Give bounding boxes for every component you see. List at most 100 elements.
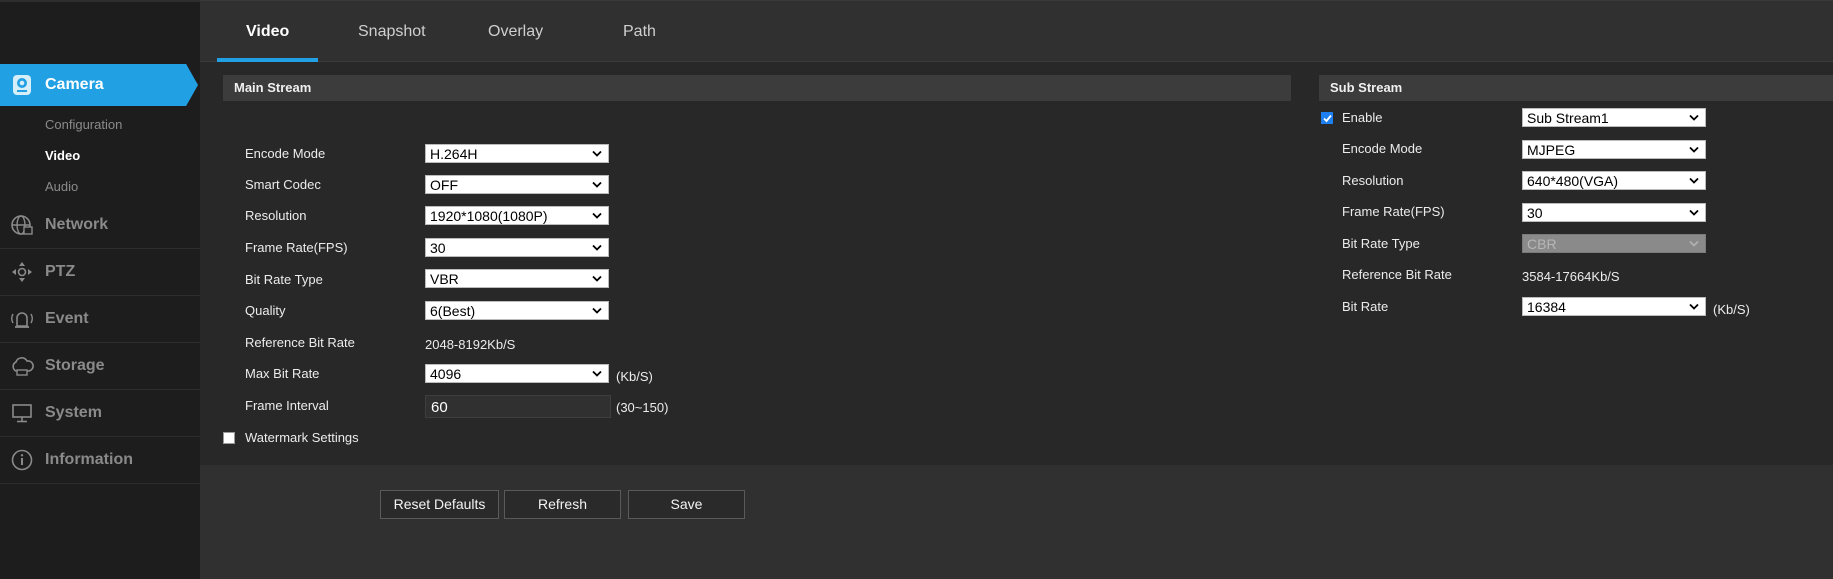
sidebar-item-camera[interactable]: Camera (0, 64, 198, 106)
sub-frame-rate-label: Frame Rate(FPS) (1342, 204, 1445, 219)
main-max-bit-rate-select[interactable]: 4096 (425, 364, 609, 383)
tab-snapshot[interactable]: Snapshot (358, 23, 426, 41)
main-max-bit-rate-label: Max Bit Rate (245, 366, 320, 381)
sub-bit-rate-type-label: Bit Rate Type (1342, 236, 1420, 251)
main-frame-rate-label: Frame Rate(FPS) (245, 240, 348, 255)
sidebar-item-label: Storage (45, 357, 105, 374)
sidebar-item-system[interactable]: System (0, 390, 200, 437)
sidebar-item-label: Event (45, 310, 89, 327)
sub-encode-mode-label: Encode Mode (1342, 141, 1423, 156)
sidebar-item-label: Camera (45, 76, 104, 93)
chevron-down-icon (1689, 303, 1699, 310)
select-value: 30 (1527, 205, 1543, 221)
subnav-video[interactable]: Video (45, 148, 80, 163)
system-icon (12, 404, 32, 423)
sub-bit-rate-unit: (Kb/S) (1713, 302, 1750, 317)
main-resolution-select[interactable]: 1920*1080(1080P) (425, 206, 609, 225)
chevron-down-icon (592, 244, 602, 251)
subnav-audio[interactable]: Audio (45, 179, 78, 194)
main-frame-interval-label: Frame Interval (245, 398, 329, 413)
main-content: Video Snapshot Overlay Path Main Stream … (200, 0, 1833, 579)
sub-resolution-label: Resolution (1342, 173, 1404, 188)
chevron-down-icon (592, 212, 602, 219)
main-reference-bit-rate-value: 2048-8192Kb/S (425, 337, 516, 352)
chevron-down-icon (592, 150, 602, 157)
action-bar (200, 465, 1833, 579)
main-stream-header: Main Stream (223, 75, 1291, 101)
sidebar-item-ptz[interactable]: PTZ (0, 249, 200, 296)
chevron-down-icon (1689, 240, 1699, 247)
main-max-bit-rate-unit: (Kb/S) (616, 369, 653, 384)
chevron-down-icon (1689, 146, 1699, 153)
tab-bar: Video Snapshot Overlay Path (200, 0, 1833, 62)
select-value: 1920*1080(1080P) (430, 208, 548, 224)
sidebar-divider (0, 0, 200, 2)
main-resolution-label: Resolution (245, 208, 307, 223)
chevron-down-icon (1689, 177, 1699, 184)
reset-defaults-button[interactable]: Reset Defaults (380, 490, 499, 519)
chevron-down-icon (1689, 209, 1699, 216)
sidebar-item-label: System (45, 404, 102, 421)
input-value: 60 (431, 399, 448, 416)
camera-icon (13, 75, 31, 95)
sub-enable-label: Enable (1342, 110, 1383, 125)
chevron-down-icon (592, 307, 602, 314)
tab-overlay[interactable]: Overlay (488, 23, 543, 41)
main-smart-codec-label: Smart Codec (245, 177, 321, 192)
sub-stream-header: Sub Stream (1319, 75, 1833, 101)
chevron-down-icon (592, 181, 602, 188)
main-quality-label: Quality (245, 303, 286, 318)
save-button[interactable]: Save (628, 490, 745, 519)
storage-icon (12, 357, 34, 376)
sub-bit-rate-label: Bit Rate (1342, 299, 1389, 314)
sidebar: Camera Configuration Video Audio Network… (0, 0, 200, 579)
sub-frame-rate-select[interactable]: 30 (1522, 203, 1706, 222)
information-icon (11, 449, 33, 471)
select-value: OFF (430, 177, 458, 193)
sidebar-item-event[interactable]: Event (0, 296, 200, 343)
select-value: 640*480(VGA) (1527, 173, 1619, 189)
sidebar-item-label: Information (45, 451, 133, 468)
sub-resolution-select[interactable]: 640*480(VGA) (1522, 171, 1706, 190)
select-value: 4096 (430, 366, 462, 382)
checkmark-icon (1323, 114, 1332, 123)
network-icon (11, 215, 33, 235)
main-smart-codec-select[interactable]: OFF (425, 175, 609, 194)
tab-path[interactable]: Path (623, 23, 656, 41)
main-bit-rate-type-label: Bit Rate Type (245, 272, 323, 287)
sub-bit-rate-type-select: CBR (1522, 234, 1706, 253)
select-value: VBR (430, 271, 459, 287)
watermark-label: Watermark Settings (245, 430, 359, 445)
sub-reference-bit-rate-label: Reference Bit Rate (1342, 267, 1452, 282)
main-frame-interval-range: (30~150) (616, 400, 669, 415)
main-bit-rate-type-select[interactable]: VBR (425, 269, 609, 288)
sub-enable-checkbox[interactable] (1321, 112, 1333, 124)
active-tab-indicator (217, 58, 318, 62)
main-encode-mode-select[interactable]: H.264H (425, 144, 609, 163)
select-value: 6(Best) (430, 303, 476, 319)
main-frame-interval-input[interactable]: 60 (425, 395, 611, 418)
subnav-configuration[interactable]: Configuration (45, 117, 122, 132)
sub-encode-mode-select[interactable]: MJPEG (1522, 140, 1706, 159)
chevron-down-icon (592, 370, 602, 377)
main-quality-select[interactable]: 6(Best) (425, 301, 609, 320)
sidebar-item-information[interactable]: Information (0, 437, 200, 484)
sub-stream-select[interactable]: Sub Stream1 (1522, 108, 1706, 127)
tab-video[interactable]: Video (246, 23, 289, 41)
select-value: 16384 (1527, 299, 1566, 315)
sidebar-item-network[interactable]: Network (0, 202, 200, 249)
watermark-checkbox[interactable] (223, 432, 235, 444)
select-value: H.264H (430, 146, 478, 162)
sidebar-item-storage[interactable]: Storage (0, 343, 200, 390)
sub-reference-bit-rate-value: 3584-17664Kb/S (1522, 269, 1620, 284)
main-frame-rate-select[interactable]: 30 (425, 238, 609, 257)
chevron-down-icon (1689, 114, 1699, 121)
chevron-down-icon (592, 275, 602, 282)
sub-bit-rate-select[interactable]: 16384 (1522, 297, 1706, 316)
select-value: MJPEG (1527, 142, 1576, 158)
ptz-icon (12, 262, 32, 282)
sidebar-item-label: PTZ (45, 263, 76, 280)
main-reference-bit-rate-label: Reference Bit Rate (245, 335, 355, 350)
refresh-button[interactable]: Refresh (504, 490, 621, 519)
select-value: Sub Stream1 (1527, 110, 1609, 126)
